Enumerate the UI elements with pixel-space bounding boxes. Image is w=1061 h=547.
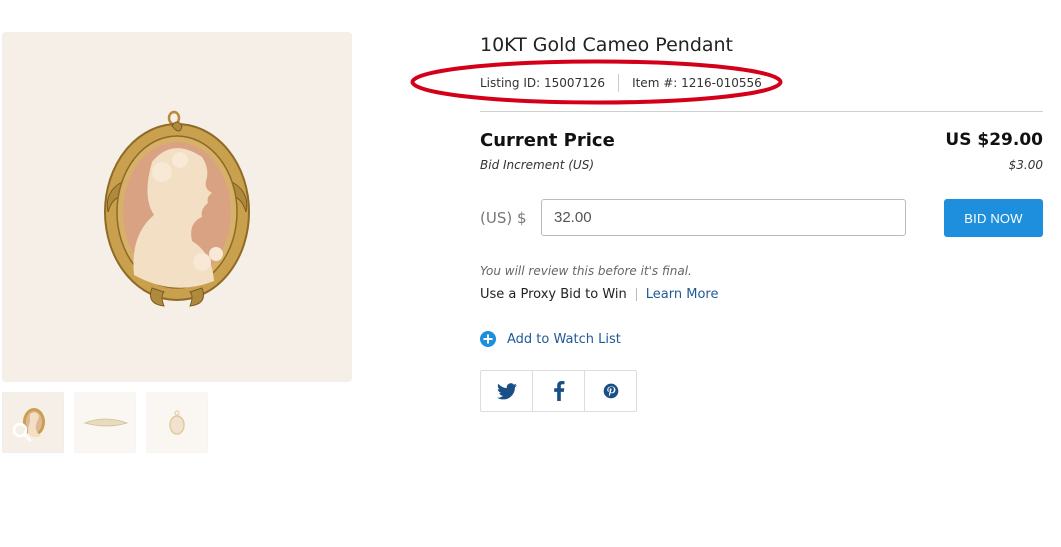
proxy-separator <box>635 288 637 301</box>
bid-amount-input[interactable] <box>541 199 906 236</box>
facebook-share-button[interactable] <box>533 371 585 411</box>
bid-increment-label: Bid Increment (US) <box>480 158 595 172</box>
current-price-label: Current Price <box>480 130 615 151</box>
learn-more-link[interactable]: Learn More <box>646 287 719 302</box>
bid-increment-value: $3.00 <box>1008 158 1043 172</box>
listing-id: Listing ID: 15007126 <box>480 76 606 90</box>
pinterest-share-button[interactable] <box>585 371 636 411</box>
thumbnail-1[interactable] <box>2 392 64 453</box>
thumbnail-strip <box>2 392 208 453</box>
review-note: You will review this before it's final. <box>480 264 692 278</box>
currency-label: (US) $ <box>480 209 527 227</box>
thumbnail-3[interactable] <box>146 392 208 453</box>
twitter-share-button[interactable] <box>481 371 533 411</box>
listing-identifiers: Listing ID: 15007126 Item #: 1216-010556 <box>480 74 762 92</box>
main-product-image[interactable] <box>2 32 352 382</box>
product-title: 10KT Gold Cameo Pendant <box>480 34 734 56</box>
bid-now-button[interactable]: BID NOW <box>944 199 1043 237</box>
facebook-icon <box>553 381 564 401</box>
item-number: Item #: 1216-010556 <box>632 76 762 90</box>
id-separator <box>618 74 620 92</box>
add-to-watch-list[interactable]: Add to Watch List <box>480 331 621 347</box>
proxy-bid-text: Use a Proxy Bid to Win <box>480 287 627 302</box>
divider <box>480 111 1043 112</box>
social-share-bar <box>480 370 637 412</box>
pinterest-icon <box>603 383 618 399</box>
twitter-icon <box>496 382 517 399</box>
proxy-bid-row: Use a Proxy Bid to Win Learn More <box>480 287 718 302</box>
watch-list-label: Add to Watch List <box>507 331 621 347</box>
current-price-value: US $29.00 <box>945 130 1043 150</box>
plus-circle-icon <box>480 331 496 347</box>
zoom-icon[interactable] <box>11 421 33 443</box>
cameo-pendant-image <box>2 32 352 382</box>
thumbnail-2[interactable] <box>74 392 136 453</box>
